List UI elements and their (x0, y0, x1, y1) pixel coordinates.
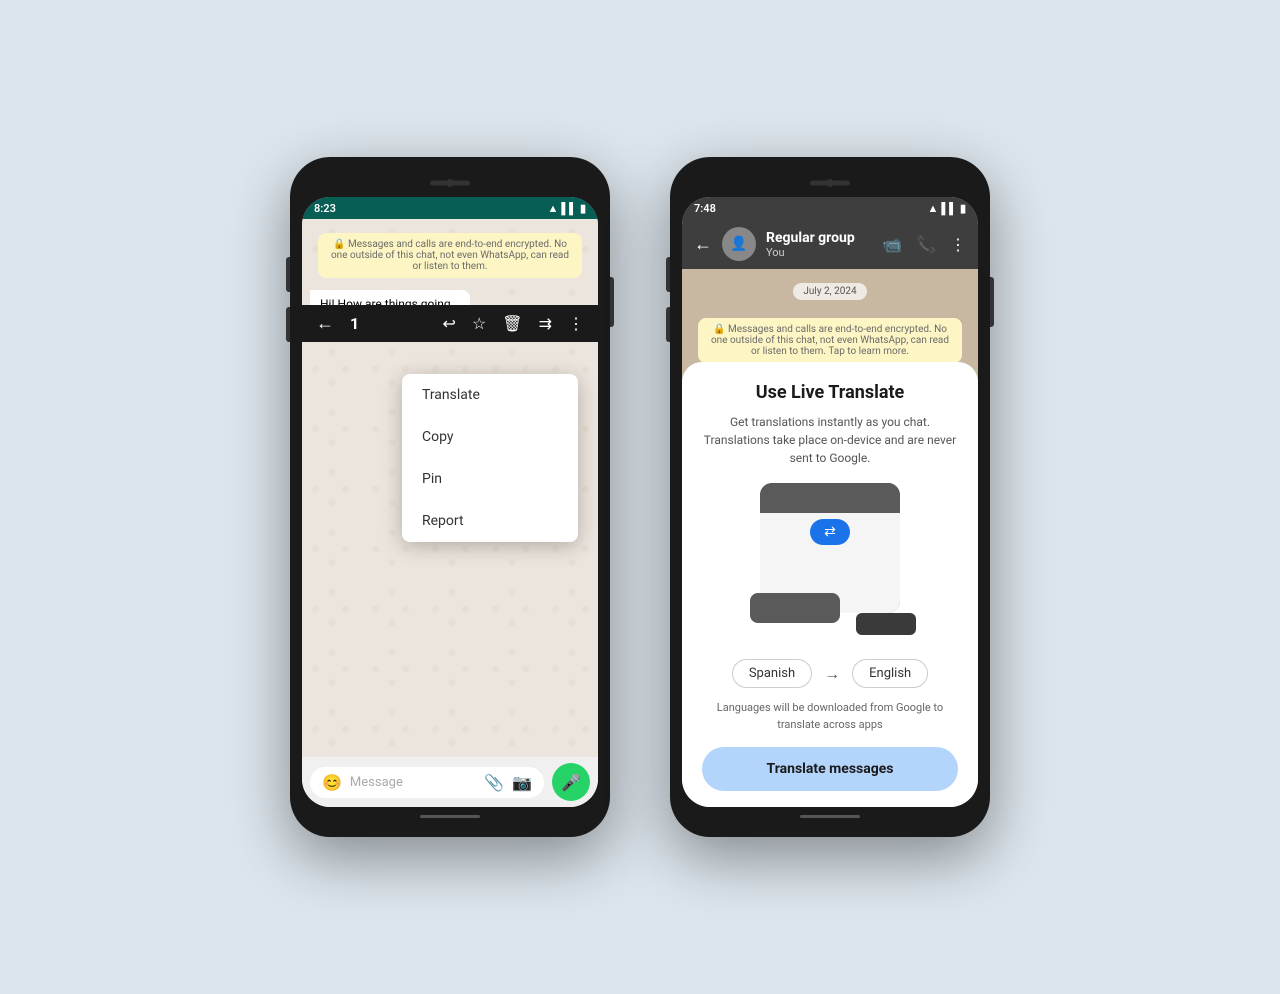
translate-icon-illus: ⇄ (824, 524, 836, 540)
illus-bubble-2 (856, 613, 916, 635)
video-call-icon[interactable]: 📹 (882, 235, 902, 254)
phone1-home-bar (302, 807, 598, 825)
back-button[interactable]: ← (694, 234, 712, 255)
home-indicator-2 (800, 815, 860, 818)
phone2-camera (826, 179, 834, 187)
group-name: Regular group (766, 230, 872, 246)
download-note: Languages will be downloaded from Google… (702, 700, 958, 733)
phone2-time: 7:48 (694, 202, 716, 215)
translate-messages-button[interactable]: Translate messages (702, 747, 958, 791)
header-info: Regular group You (766, 230, 872, 259)
phone2-notch (682, 169, 978, 197)
home-indicator (420, 815, 480, 818)
voice-call-icon[interactable]: 📞 (916, 235, 936, 254)
context-menu: Translate Copy Pin Report (402, 374, 578, 542)
phone2-status-bar: 7:48 ▲ ▌▌ ▮ (682, 197, 978, 219)
illus-phone-top (760, 483, 900, 513)
more-options-icon[interactable]: ⋮ (950, 235, 966, 254)
illus-bubble-1 (750, 593, 840, 623)
live-translate-sheet: Use Live Translate Get translations inst… (682, 362, 978, 807)
back-icon[interactable]: ← (316, 313, 334, 334)
emoji-icon[interactable]: 😊 (322, 773, 342, 792)
signal-icon2: ▌▌ (941, 202, 957, 215)
phone2-status-icons: ▲ ▌▌ ▮ (927, 202, 966, 215)
chat-input-bar: 😊 Message 📎 📷 🎤 (302, 757, 598, 807)
reply-icon[interactable]: ↩ (443, 314, 456, 333)
encryption-notice: 🔒 Messages and calls are end-to-end encr… (318, 233, 582, 278)
menu-item-copy[interactable]: Copy (402, 416, 578, 458)
phone1-screen: 8:23 ▲ ▌▌ ▮ ← 1 ↩ ☆ 🗑 ⇉ ⋮ 🔒 Messages and… (302, 197, 598, 807)
translate-illustration: ⇄ (730, 483, 930, 643)
group-header: ← 👤 Regular group You 📹 📞 ⋮ (682, 219, 978, 269)
menu-item-report[interactable]: Report (402, 500, 578, 542)
more-icon[interactable]: ⋮ (568, 314, 584, 333)
star-icon[interactable]: ☆ (472, 314, 486, 333)
sheet-title: Use Live Translate (756, 382, 905, 403)
source-language-pill[interactable]: Spanish (732, 659, 812, 688)
forward-icon[interactable]: ⇉ (539, 314, 552, 333)
camera-icon[interactable]: 📷 (512, 773, 532, 792)
message-input-placeholder[interactable]: Message (350, 775, 476, 790)
phone2-home-bar (682, 807, 978, 825)
signal-icon: ▌▌ (561, 202, 577, 215)
phone-2: 7:48 ▲ ▌▌ ▮ ← 👤 Regular group You 📹 📞 ⋮ (670, 157, 990, 837)
toolbar-actions: ↩ ☆ 🗑 ⇉ ⋮ (443, 314, 584, 333)
phone1-camera (446, 179, 454, 187)
group-avatar: 👤 (722, 227, 756, 261)
mic-icon: 🎤 (561, 773, 581, 792)
illus-translate-button: ⇄ (810, 519, 850, 545)
mic-button[interactable]: 🎤 (552, 763, 590, 801)
battery-icon2: ▮ (960, 202, 966, 215)
selected-count: 1 (350, 314, 427, 333)
language-selector-row: Spanish → English (732, 659, 928, 688)
phone1-status-bar: 8:23 ▲ ▌▌ ▮ (302, 197, 598, 219)
message-input-area[interactable]: 😊 Message 📎 📷 (310, 767, 544, 798)
wifi-icon: ▲ (547, 202, 558, 215)
message-toolbar: ← 1 ↩ ☆ 🗑 ⇉ ⋮ (302, 305, 598, 342)
sheet-description: Get translations instantly as you chat. … (702, 413, 958, 467)
delete-icon[interactable]: 🗑 (502, 314, 522, 333)
arrow-icon: → (824, 664, 840, 684)
target-language-pill[interactable]: English (852, 659, 928, 688)
attach-icon[interactable]: 📎 (484, 773, 504, 792)
header-action-icons: 📹 📞 ⋮ (882, 235, 966, 254)
chat-background: 🔒 Messages and calls are end-to-end encr… (302, 219, 598, 757)
chat-background-2: July 2, 2024 🔒 Messages and calls are en… (682, 269, 978, 807)
wifi-icon2: ▲ (927, 202, 938, 215)
group-subtitle: You (766, 246, 872, 259)
chat-messages-2: July 2, 2024 🔒 Messages and calls are en… (682, 269, 978, 377)
date-badge: July 2, 2024 (793, 283, 866, 300)
phone1-status-icons: ▲ ▌▌ ▮ (547, 202, 586, 215)
menu-item-translate[interactable]: Translate (402, 374, 578, 416)
battery-icon: ▮ (580, 202, 586, 215)
menu-item-pin[interactable]: Pin (402, 458, 578, 500)
phone1-notch (302, 169, 598, 197)
phone1-time: 8:23 (314, 202, 336, 215)
phone-1: 8:23 ▲ ▌▌ ▮ ← 1 ↩ ☆ 🗑 ⇉ ⋮ 🔒 Messages and… (290, 157, 610, 837)
phone2-screen: 7:48 ▲ ▌▌ ▮ ← 👤 Regular group You 📹 📞 ⋮ (682, 197, 978, 807)
encryption-notice-2: 🔒 Messages and calls are end-to-end encr… (698, 318, 962, 363)
